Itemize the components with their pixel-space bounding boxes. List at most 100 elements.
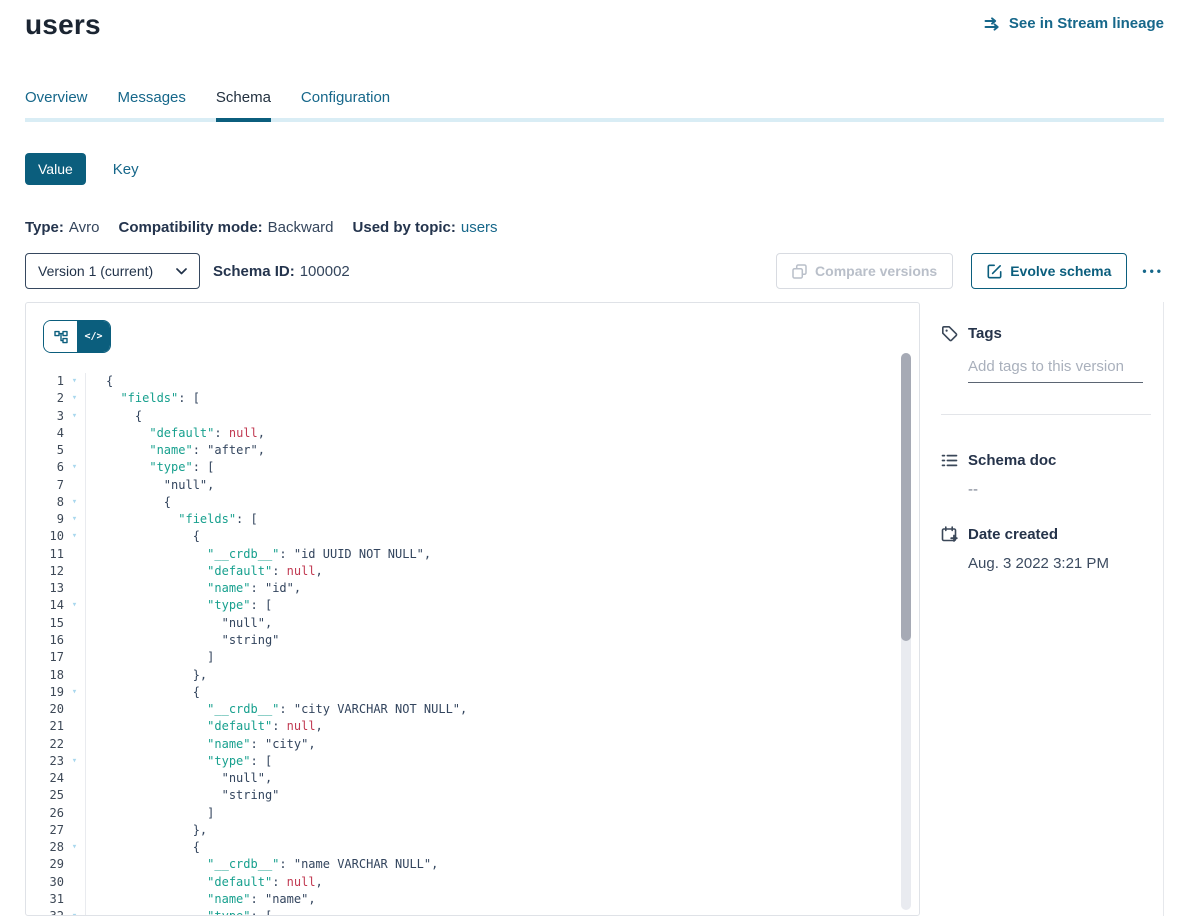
fold-spacer (64, 615, 85, 632)
code-text: "type": [ (85, 753, 272, 770)
code-line: 21 "default": null, (26, 718, 919, 735)
tabs-wrap: Overview Messages Schema Configuration (25, 89, 1164, 122)
code-line: 5 "name": "after", (26, 442, 919, 459)
fold-toggle-icon[interactable]: ▾ (64, 753, 85, 770)
compare-versions-button[interactable]: Compare versions (776, 253, 953, 289)
schema-id-label: Schema ID: (213, 263, 295, 280)
fold-spacer (64, 822, 85, 839)
code-view-button[interactable]: </> (77, 321, 110, 352)
tab-messages[interactable]: Messages (118, 89, 186, 118)
topic-link[interactable]: users (461, 219, 498, 236)
stream-lineage-label: See in Stream lineage (1009, 15, 1164, 32)
list-icon (941, 452, 958, 469)
code-text: "default": null, (85, 563, 323, 580)
schema-id: Schema ID:100002 (213, 263, 350, 280)
code-text: { (85, 494, 171, 511)
line-number: 23 (26, 753, 64, 770)
line-number: 1 (26, 373, 64, 390)
edit-icon (987, 264, 1002, 279)
more-actions-button[interactable]: ••• (1142, 264, 1164, 278)
fold-toggle-icon[interactable]: ▾ (64, 839, 85, 856)
fold-spacer (64, 649, 85, 666)
code-text: "name": "city", (85, 736, 316, 753)
fold-toggle-icon[interactable]: ▾ (64, 459, 85, 476)
code-text: { (85, 684, 200, 701)
code-text: { (85, 373, 113, 390)
line-number: 4 (26, 425, 64, 442)
fold-spacer (64, 580, 85, 597)
fold-spacer (64, 425, 85, 442)
schema-doc-header: Schema doc (941, 452, 1151, 469)
fold-toggle-icon[interactable]: ▾ (64, 494, 85, 511)
calendar-plus-icon (941, 526, 958, 543)
fold-toggle-icon[interactable]: ▾ (64, 528, 85, 545)
tab-configuration[interactable]: Configuration (301, 89, 390, 118)
schema-doc-value: -- (968, 481, 1151, 498)
compatibility-meta: Compatibility mode: Backward (118, 219, 333, 236)
line-number: 28 (26, 839, 64, 856)
line-number: 30 (26, 874, 64, 891)
fold-toggle-icon[interactable]: ▾ (64, 373, 85, 390)
compatibility-value: Backward (268, 219, 334, 236)
code-text: "null", (85, 770, 272, 787)
code-line: 22 "name": "city", (26, 736, 919, 753)
line-number: 9 (26, 511, 64, 528)
tree-view-button[interactable] (44, 321, 77, 352)
code-line: 14▾ "type": [ (26, 597, 919, 614)
code-line: 16 "string" (26, 632, 919, 649)
line-number: 21 (26, 718, 64, 735)
tags-title: Tags (968, 325, 1002, 342)
line-number: 17 (26, 649, 64, 666)
line-number: 18 (26, 667, 64, 684)
line-number: 7 (26, 477, 64, 494)
fold-spacer (64, 701, 85, 718)
add-tags-input[interactable] (968, 356, 1143, 383)
code-line: 4 "default": null, (26, 425, 919, 442)
fold-spacer (64, 667, 85, 684)
tree-view-icon (54, 330, 68, 344)
code-text: "default": null, (85, 718, 323, 735)
code-text: ] (85, 649, 214, 666)
code-line: 25 "string" (26, 787, 919, 804)
code-text: "string" (85, 632, 279, 649)
fold-spacer (64, 805, 85, 822)
fold-spacer (64, 563, 85, 580)
code-text: "name": "id", (85, 580, 301, 597)
version-select[interactable]: Version 1 (current) (25, 253, 200, 289)
code-text: "null", (85, 477, 214, 494)
fold-toggle-icon[interactable]: ▾ (64, 684, 85, 701)
date-created-title: Date created (968, 526, 1058, 543)
code-line: 32▾ "type": [ (26, 908, 919, 916)
topic-meta: Used by topic:users (353, 219, 498, 236)
type-meta: Type:Avro (25, 219, 99, 236)
line-number: 14 (26, 597, 64, 614)
code-scrollbar-thumb[interactable] (901, 353, 911, 641)
compatibility-label: Compatibility mode: (118, 219, 262, 236)
fold-toggle-icon[interactable]: ▾ (64, 390, 85, 407)
code-line: 8▾ { (26, 494, 919, 511)
fold-spacer (64, 442, 85, 459)
main-area: </> 1▾{2▾ "fields": [3▾ {4 "default": nu… (25, 302, 1164, 916)
stream-lineage-icon (984, 17, 1001, 31)
fold-toggle-icon[interactable]: ▾ (64, 597, 85, 614)
type-value: Avro (69, 219, 100, 236)
line-number: 20 (26, 701, 64, 718)
line-number: 26 (26, 805, 64, 822)
value-toggle-button[interactable]: Value (25, 153, 86, 185)
fold-toggle-icon[interactable]: ▾ (64, 908, 85, 916)
code-scrollbar-track[interactable] (901, 353, 911, 910)
details-sidebar: Tags Schema doc -- (920, 302, 1164, 916)
stream-lineage-link[interactable]: See in Stream lineage (984, 15, 1164, 32)
line-number: 24 (26, 770, 64, 787)
tab-overview[interactable]: Overview (25, 89, 88, 118)
code-text: { (85, 528, 200, 545)
fold-toggle-icon[interactable]: ▾ (64, 511, 85, 528)
fold-toggle-icon[interactable]: ▾ (64, 408, 85, 425)
code-text: "name": "name", (85, 891, 316, 908)
code-line: 2▾ "fields": [ (26, 390, 919, 407)
code-line: 30 "default": null, (26, 874, 919, 891)
key-toggle-link[interactable]: Key (113, 161, 139, 178)
evolve-schema-button[interactable]: Evolve schema (971, 253, 1127, 289)
tab-schema[interactable]: Schema (216, 89, 271, 118)
fold-spacer (64, 856, 85, 873)
